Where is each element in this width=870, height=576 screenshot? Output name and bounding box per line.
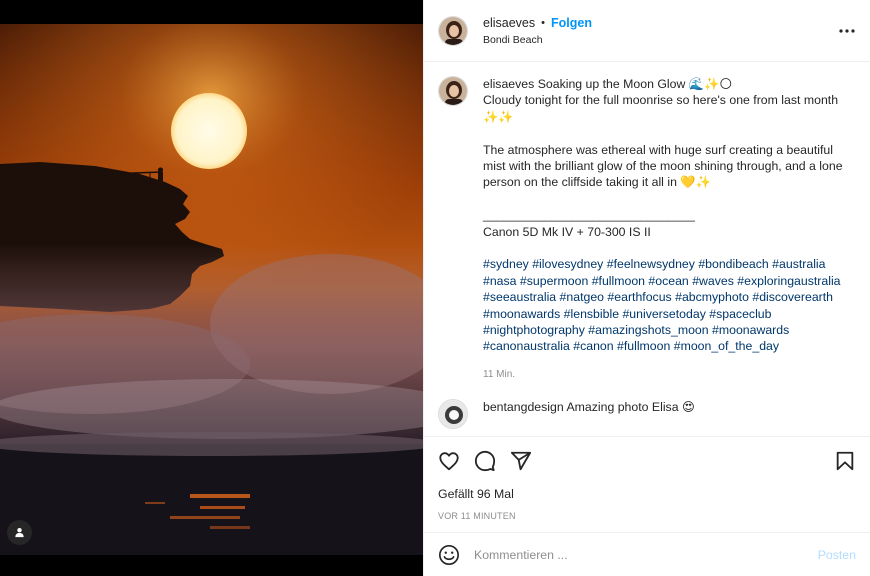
more-options-button[interactable] (838, 22, 856, 40)
comment-username[interactable]: bentangdesign (483, 400, 564, 414)
caption: elisaeves Soaking up the Moon Glow 🌊✨🌕 C… (438, 76, 856, 383)
post-side-panel: elisaeves • Folgen Bondi Beach elisaeves… (423, 0, 870, 576)
comment-body: bentangdesign Amazing photo Elisa 😍 (483, 399, 853, 429)
post-actions: Gefällt 96 Mal VOR 11 MINUTEN (424, 436, 870, 532)
user-icon (15, 528, 24, 538)
username-link[interactable]: elisaeves (483, 16, 535, 30)
caption-username[interactable]: elisaeves (483, 77, 534, 91)
caption-line-1: Soaking up the Moon Glow 🌊✨🌕 (537, 77, 733, 91)
separator-dot: • (541, 16, 545, 29)
bookmark-icon[interactable] (834, 450, 856, 472)
instagram-post-view: elisaeves • Folgen Bondi Beach elisaeves… (0, 0, 870, 576)
avatar[interactable] (438, 399, 468, 430)
post-comment-button[interactable]: Posten (818, 548, 856, 562)
emoji-icon[interactable] (438, 544, 460, 566)
follow-button[interactable]: Folgen (551, 16, 592, 30)
post-media[interactable] (0, 0, 423, 576)
caption-divider: _______________________________ (483, 208, 696, 223)
caption-timestamp: 11 Min. (483, 368, 516, 380)
avatar[interactable] (438, 15, 468, 46)
commenter-photo (439, 400, 467, 429)
comments-section[interactable]: elisaeves Soaking up the Moon Glow 🌊✨🌕 C… (424, 62, 870, 436)
location-link[interactable]: Bondi Beach (483, 34, 592, 46)
heart-icon[interactable] (438, 450, 460, 472)
post-photo (0, 24, 423, 555)
comment-item: bentangdesign Amazing photo Elisa 😍 (438, 399, 856, 430)
caption-line-2: Cloudy tonight for the full moonrise so … (483, 93, 839, 124)
comment-input[interactable] (474, 547, 818, 562)
caption-line-3: The atmosphere was ethereal with huge su… (483, 142, 843, 190)
profile-photo (439, 16, 467, 45)
action-bar (438, 449, 856, 473)
header-text: elisaeves • Folgen Bondi Beach (483, 16, 592, 46)
caption-gear: Canon 5D Mk IV + 70-300 IS II (483, 224, 651, 239)
comment-icon[interactable] (474, 450, 496, 472)
post-timestamp: VOR 11 MINUTEN (438, 511, 516, 521)
comment-text: Amazing photo Elisa 😍 (566, 400, 695, 415)
comment-composer: Posten (424, 532, 870, 576)
likes-count[interactable]: Gefällt 96 Mal (438, 487, 856, 501)
more-horizontal-icon (839, 29, 855, 33)
profile-photo (439, 77, 467, 105)
caption-hashtags[interactable]: #sydney #ilovesydney #feelnewsydney #bon… (483, 256, 853, 354)
avatar[interactable] (438, 76, 468, 106)
post-header: elisaeves • Folgen Bondi Beach (424, 0, 870, 62)
share-icon[interactable] (510, 450, 532, 472)
caption-body: elisaeves Soaking up the Moon Glow 🌊✨🌕 C… (483, 76, 853, 383)
tagged-user-button[interactable] (7, 520, 32, 545)
